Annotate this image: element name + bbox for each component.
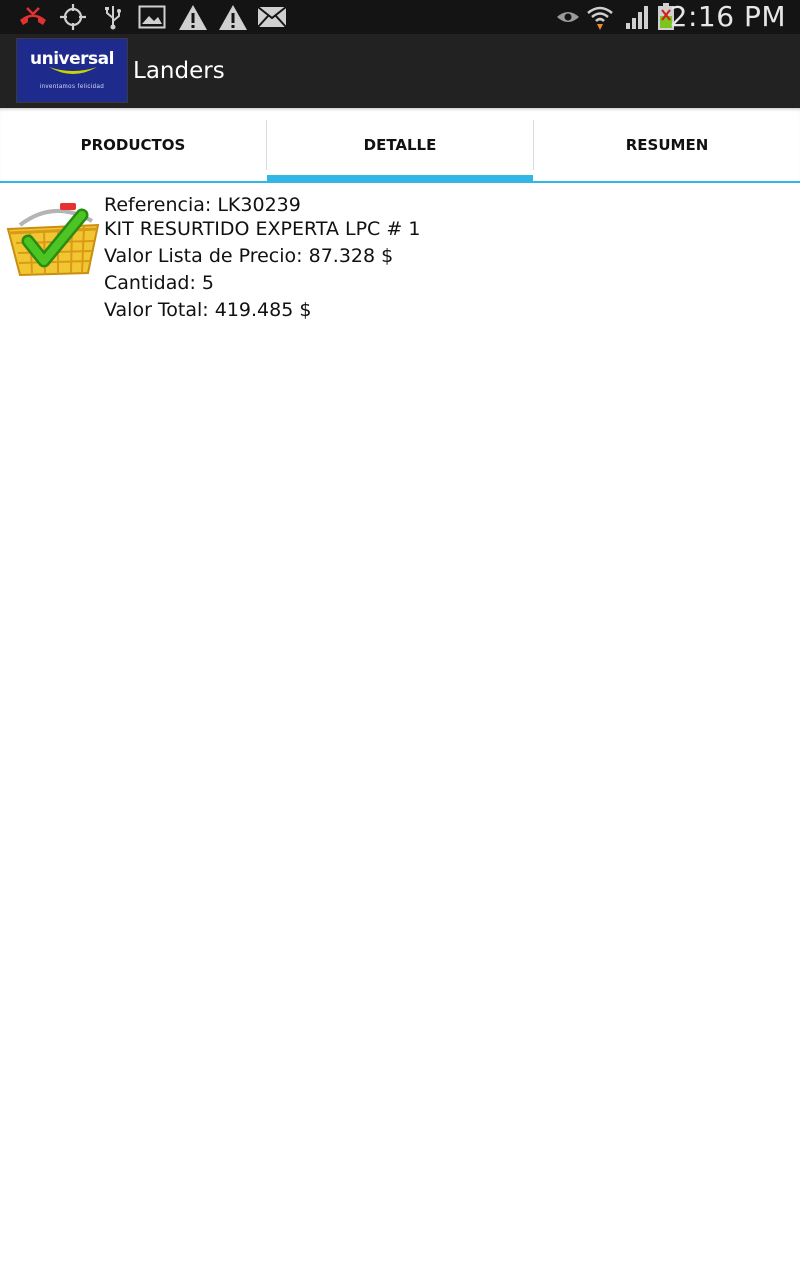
status-time: 2:16 PM bbox=[669, 0, 786, 33]
gallery-icon bbox=[137, 3, 167, 31]
gps-icon bbox=[58, 3, 88, 31]
tab-detalle[interactable]: DETALLE bbox=[267, 108, 533, 182]
detail-referencia: Referencia: LK30239 bbox=[104, 194, 301, 216]
eye-icon bbox=[555, 3, 581, 31]
warning-icon bbox=[217, 3, 249, 31]
email-icon bbox=[257, 3, 287, 31]
tab-bar-underline bbox=[0, 181, 800, 183]
detail-product-name: KIT RESURTIDO EXPERTA LPC # 1 bbox=[104, 218, 421, 240]
detail-valor-total: Valor Total: 419.485 $ bbox=[104, 299, 312, 321]
warning-icon bbox=[177, 3, 209, 31]
action-bar: universal inventamos felicidad Landers bbox=[0, 34, 800, 108]
status-bar: 2:16 PM bbox=[0, 0, 800, 34]
app-title: Landers bbox=[133, 58, 225, 84]
tab-resumen[interactable]: RESUMEN bbox=[534, 108, 800, 182]
basket-check-icon bbox=[6, 199, 102, 284]
detail-valor-lista: Valor Lista de Precio: 87.328 $ bbox=[104, 245, 394, 267]
signal-icon bbox=[623, 3, 651, 31]
logo-tagline: inventamos felicidad bbox=[39, 84, 105, 90]
missed-call-icon bbox=[18, 3, 48, 31]
tab-productos[interactable]: PRODUCTOS bbox=[0, 108, 266, 182]
tab-bar: PRODUCTOS DETALLE RESUMEN bbox=[0, 108, 800, 183]
wifi-icon bbox=[585, 3, 615, 31]
detail-cantidad: Cantidad: 5 bbox=[104, 272, 214, 294]
app-logo[interactable]: universal inventamos felicidad bbox=[16, 38, 128, 103]
usb-icon bbox=[101, 3, 125, 31]
logo-swoosh bbox=[49, 67, 97, 74]
